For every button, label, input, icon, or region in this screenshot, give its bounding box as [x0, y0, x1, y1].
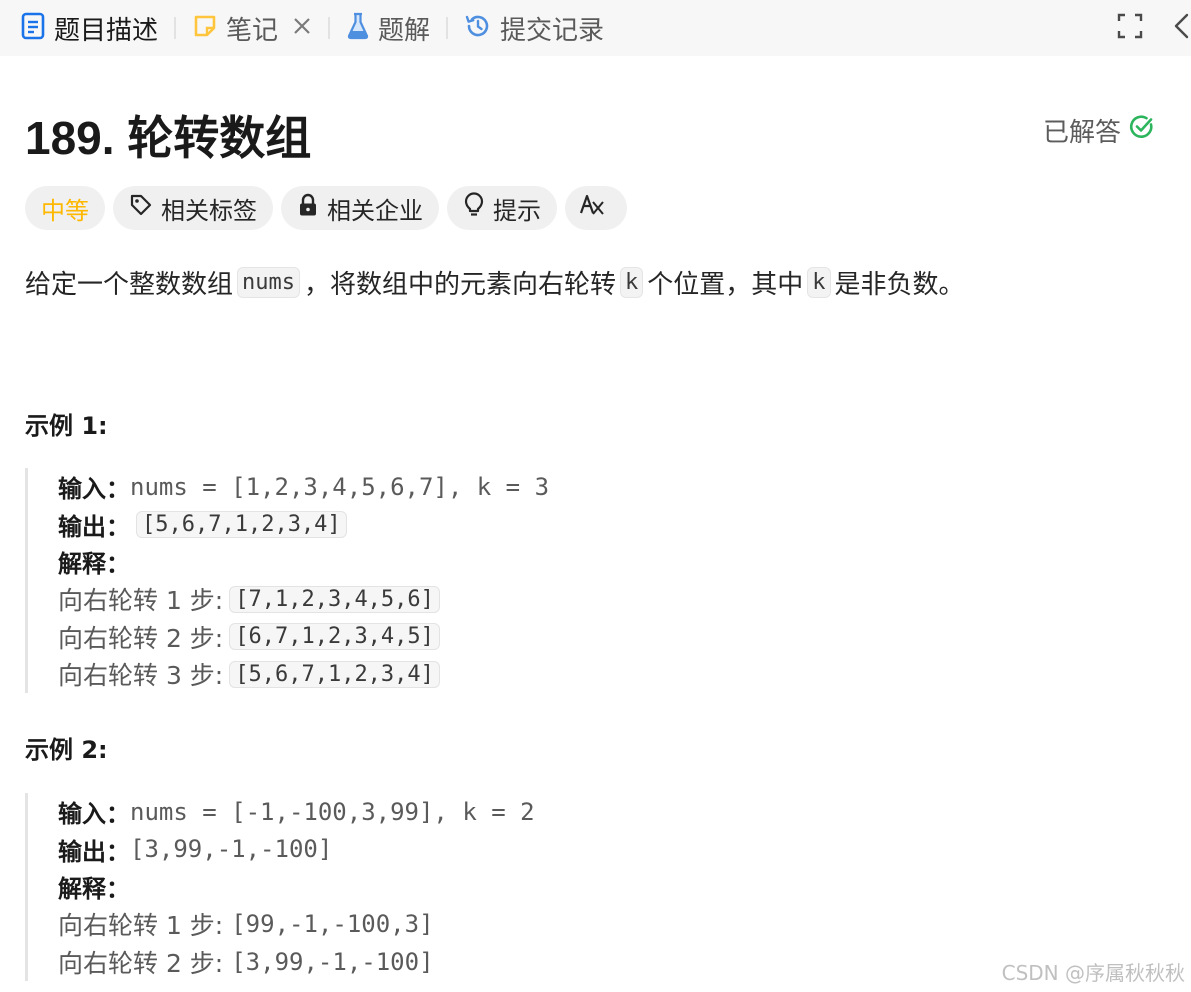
watermark: CSDN @序属秋秋秋 [1001, 961, 1185, 985]
explain-label: 解释： [58, 875, 130, 904]
related-tags-label: 相关标签 [161, 196, 257, 225]
example-explanation: 解释： [58, 543, 549, 581]
tab-solutions[interactable]: 题解 [340, 0, 436, 56]
tab-label: 笔记 [226, 15, 279, 46]
flask-icon [346, 12, 370, 44]
inline-code: nums [237, 267, 300, 298]
translate-icon [579, 193, 613, 223]
explanation-step: 向右轮转 1 步: [99,-1,-100,3] [58, 906, 535, 944]
history-icon [464, 12, 492, 44]
output-value: [3,99,-1,-100] [130, 835, 333, 864]
description-text: 是非负数。 [834, 270, 965, 300]
tab-divider [328, 17, 331, 39]
example-output: 输出： [3,99,-1,-100] [58, 831, 535, 869]
tab-notes[interactable]: 笔记 [186, 0, 318, 56]
step-text: 向右轮转 3 步: [58, 661, 224, 691]
inline-code: k [620, 267, 644, 298]
explain-label: 解释： [58, 550, 130, 579]
description-text: ，将数组中的元素向右轮转 [304, 270, 617, 300]
close-icon[interactable] [292, 16, 312, 40]
translate-button[interactable] [565, 186, 627, 230]
output-label: 输出： [58, 837, 130, 866]
solved-label: 已解答 [1042, 118, 1121, 148]
example-input: 输入： nums = [1,2,3,4,5,6,7], k = 3 [58, 468, 549, 506]
description-icon [20, 12, 46, 44]
input-label: 输入： [58, 800, 130, 829]
example-title: 示例 2: [25, 736, 108, 764]
step-result: [7,1,2,3,4,5,6] [229, 585, 440, 613]
example-block: 输入： nums = [-1,-100,3,99], k = 2 输出： [3,… [25, 793, 535, 981]
step-text: 向右轮转 1 步: [58, 586, 224, 616]
input-value: nums = [1,2,3,4,5,6,7], k = 3 [130, 472, 550, 501]
panel-controls [1117, 0, 1191, 56]
explanation-step: 向右轮转 1 步: [7,1,2,3,4,5,6] [58, 581, 549, 619]
tab-submissions[interactable]: 提交记录 [458, 0, 610, 56]
step-result: [99,-1,-100,3] [231, 910, 434, 939]
note-icon [192, 13, 218, 43]
step-text: 向右轮转 2 步: [58, 623, 224, 653]
tag-icon [129, 193, 161, 223]
output-label: 输出： [58, 512, 130, 541]
tab-label: 题目描述 [54, 15, 159, 46]
tab-label: 提交记录 [500, 15, 605, 46]
difficulty-badge: 中等 [25, 186, 105, 230]
hint-button[interactable]: 提示 [447, 186, 557, 230]
example-title: 示例 1: [25, 412, 108, 440]
problem-title: 189. 轮转数组 [25, 112, 312, 164]
step-result: [6,7,1,2,3,4,5] [229, 623, 440, 651]
inline-code: k [807, 267, 831, 298]
lightbulb-icon [463, 192, 493, 224]
example-block: 输入： nums = [1,2,3,4,5,6,7], k = 3 输出： [5… [25, 468, 549, 693]
example-output: 输出： [5,6,7,1,2,3,4] [58, 506, 549, 544]
step-result: [3,99,-1,-100] [231, 947, 434, 976]
fullscreen-icon[interactable] [1117, 13, 1143, 43]
description-text: 个位置，其中 [647, 270, 804, 300]
description-text: 给定一个整数数组 [25, 270, 234, 300]
tab-label: 题解 [378, 15, 431, 46]
tab-divider [446, 17, 449, 39]
explanation-step: 向右轮转 2 步: [3,99,-1,-100] [58, 943, 535, 981]
difficulty-label: 中等 [41, 196, 89, 225]
tag-row: 中等 相关标签 相关企业 提示 [25, 186, 627, 230]
step-text: 向右轮转 1 步: [58, 911, 224, 941]
input-label: 输入： [58, 475, 130, 504]
explanation-step: 向右轮转 3 步: [5,6,7,1,2,3,4] [58, 656, 549, 694]
example-input: 输入： nums = [-1,-100,3,99], k = 2 [58, 793, 535, 831]
hint-label: 提示 [493, 196, 541, 225]
problem-description: 给定一个整数数组 nums ，将数组中的元素向右轮转 k 个位置，其中 k 是非… [25, 264, 965, 301]
tab-divider [174, 17, 177, 39]
check-circle-icon [1121, 114, 1155, 147]
related-tags-button[interactable]: 相关标签 [113, 186, 273, 230]
example-explanation: 解释： [58, 868, 535, 906]
output-value: [5,6,7,1,2,3,4] [136, 510, 347, 538]
collapse-icon[interactable] [1173, 12, 1189, 44]
lock-icon [297, 193, 327, 223]
explanation-step: 向右轮转 2 步: [6,7,1,2,3,4,5] [58, 618, 549, 656]
step-result: [5,6,7,1,2,3,4] [229, 660, 440, 688]
title-row: 189. 轮转数组 已解答 [25, 102, 1165, 164]
step-text: 向右轮转 2 步: [58, 948, 224, 978]
input-value: nums = [-1,-100,3,99], k = 2 [130, 797, 535, 826]
solved-status: 已解答 [1043, 112, 1155, 149]
related-companies-label: 相关企业 [327, 196, 423, 225]
tab-bar: 题目描述 笔记 题解 提交记录 [0, 0, 1191, 56]
tab-description[interactable]: 题目描述 [14, 0, 164, 56]
related-companies-button[interactable]: 相关企业 [281, 186, 439, 230]
